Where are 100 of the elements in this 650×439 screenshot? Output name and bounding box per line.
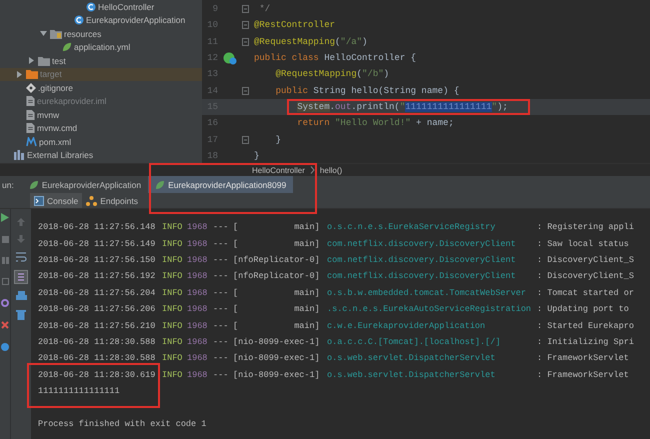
folder-icon xyxy=(50,28,62,39)
console-tab[interactable]: Endpoints xyxy=(82,193,142,208)
log-message: : Initializing Spri xyxy=(537,336,634,347)
close-icon[interactable] xyxy=(1,321,9,329)
line-number: 17 xyxy=(206,134,218,145)
file-icon xyxy=(26,110,35,120)
log-timestamp: 2018-06-28 11:27:56.210 xyxy=(38,320,156,331)
log-separator: --- xyxy=(213,222,230,232)
code-line: return "Hello World!" + name; xyxy=(297,118,454,128)
run-tab[interactable]: EurekaproviderApplication8099 xyxy=(148,176,294,193)
breadcrumb-item[interactable]: hello() xyxy=(320,166,342,174)
class-icon xyxy=(74,15,84,26)
down-arrow-icon[interactable] xyxy=(16,234,26,244)
print-icon[interactable] xyxy=(16,291,26,302)
file-icon xyxy=(26,123,35,134)
log-pid: 1968 xyxy=(187,336,208,347)
tree-item[interactable]: External Libraries xyxy=(0,148,202,162)
log-pid: 1968 xyxy=(187,238,208,249)
wrap-icon[interactable] xyxy=(15,251,27,263)
log-separator: --- xyxy=(213,353,230,364)
log-thread: [nfoReplicator-0] xyxy=(233,271,321,282)
code-line: */ xyxy=(259,4,270,14)
output-line: 1111111111111111 xyxy=(38,386,120,396)
log-thread: [nio-8099-exec-1] xyxy=(233,370,321,380)
trash-icon[interactable] xyxy=(16,309,26,320)
tree-item[interactable]: .gitignore xyxy=(0,81,202,94)
log-thread: [ main] xyxy=(233,320,321,331)
log-message: : Saw local status xyxy=(537,238,629,249)
code-line: public String hello(String name) { xyxy=(276,86,460,96)
log-separator: --- xyxy=(213,238,230,249)
leaf-icon xyxy=(28,180,39,190)
log-separator: --- xyxy=(213,254,230,265)
run-tab[interactable]: EurekaproviderApplication xyxy=(22,176,148,193)
breadcrumb-item[interactable]: HelloController xyxy=(252,166,305,174)
pause-icon[interactable] xyxy=(2,257,8,264)
tree-item[interactable]: EurekaproviderApplication xyxy=(0,14,202,27)
log-level: INFO xyxy=(162,320,184,331)
code-line: @RestController xyxy=(254,20,336,30)
fold-icon[interactable] xyxy=(242,38,249,46)
tree-item[interactable]: HelloController xyxy=(0,0,202,14)
log-timestamp: 2018-06-28 11:27:56.192 xyxy=(38,271,156,282)
log-logger: o.s.c.n.e.s.EurekaServiceRegistry xyxy=(327,222,496,232)
line-number: 18 xyxy=(206,150,218,161)
up-arrow-icon[interactable] xyxy=(16,217,26,227)
log-timestamp: 2018-06-28 11:27:56.206 xyxy=(38,304,156,314)
log-message: : Started Eurekapro xyxy=(537,320,634,331)
log-logger: com.netflix.discovery.DiscoveryClient xyxy=(327,271,517,282)
log-separator: --- xyxy=(213,288,230,298)
file-icon xyxy=(26,96,35,106)
fold-icon[interactable] xyxy=(242,5,249,14)
fold-icon[interactable] xyxy=(242,86,249,95)
log-logger: o.s.web.servlet.DispatcherServlet xyxy=(327,370,496,380)
chevron-icon xyxy=(310,166,315,174)
diamond-icon xyxy=(26,82,36,93)
log-thread: [nfoReplicator-0] xyxy=(233,254,321,265)
tree-item[interactable]: resources xyxy=(0,27,202,40)
log-level: INFO xyxy=(162,304,184,314)
line-number: 16 xyxy=(206,118,218,128)
console-tab[interactable]: Console xyxy=(30,193,82,208)
tree-item[interactable]: eurekaprovider.iml xyxy=(0,94,202,108)
log-timestamp: 2018-06-28 11:27:56.204 xyxy=(38,288,156,298)
run-label: un: xyxy=(1,180,15,190)
log-level: INFO xyxy=(162,370,184,380)
log-logger: o.a.c.c.C.[Tomcat].[localhost].[/] xyxy=(327,336,502,347)
log-pid: 1968 xyxy=(187,288,208,298)
tree-item[interactable]: pom.xml xyxy=(0,135,202,148)
log-thread: [nio-8099-exec-1] xyxy=(233,353,321,364)
layout-icon[interactable] xyxy=(2,278,8,285)
log-thread: [ main] xyxy=(233,238,321,249)
fold-icon[interactable] xyxy=(242,21,249,30)
code-line: } xyxy=(254,150,260,161)
nodes-icon xyxy=(86,196,98,206)
code-line: } xyxy=(276,134,281,145)
log-timestamp: 2018-06-28 11:27:56.150 xyxy=(38,254,156,265)
line-number: 14 xyxy=(206,86,218,96)
scroll-end-icon[interactable] xyxy=(14,270,28,284)
log-pid: 1968 xyxy=(187,353,208,364)
tree-item[interactable]: mvnw xyxy=(0,108,202,122)
log-level: INFO xyxy=(162,222,184,232)
log-level: INFO xyxy=(162,238,184,249)
stop-icon[interactable] xyxy=(2,236,8,243)
class-icon xyxy=(86,2,96,12)
line-number: 11 xyxy=(206,36,218,47)
expand-arrow-icon[interactable] xyxy=(40,30,47,38)
tree-item[interactable]: application.yml xyxy=(0,40,202,54)
tree-item[interactable]: mvnw.cmd xyxy=(0,122,202,135)
log-timestamp: 2018-06-28 11:28:30.588 xyxy=(38,353,156,364)
log-message: : DiscoveryClient_S xyxy=(537,271,634,282)
log-message: : FrameworkServlet xyxy=(537,370,629,380)
log-separator: --- xyxy=(213,271,230,282)
books-icon xyxy=(14,150,25,160)
folder-icon xyxy=(26,69,38,80)
log-separator: --- xyxy=(213,304,230,314)
bean-icon[interactable] xyxy=(223,52,237,65)
code-line: @RequestMapping("/a") xyxy=(254,36,368,47)
log-separator: --- xyxy=(213,320,230,331)
code-line: public class HelloController { xyxy=(254,53,416,64)
log-message: : DiscoveryClient_S xyxy=(537,254,634,265)
fold-icon[interactable] xyxy=(242,136,249,144)
tree-item[interactable]: test xyxy=(0,54,202,68)
